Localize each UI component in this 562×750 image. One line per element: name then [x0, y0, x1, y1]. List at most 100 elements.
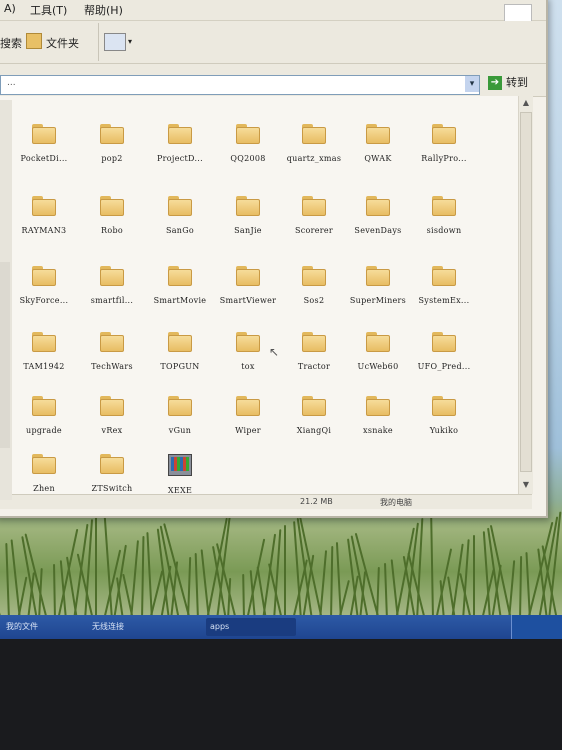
folder-item[interactable]: upgrade [8, 396, 80, 435]
folder-item[interactable]: Sos2 [278, 266, 350, 305]
folder-label: SkyForce... [19, 296, 69, 305]
folder-label: Robo [101, 226, 123, 235]
folder-item[interactable]: SmartMovie [144, 266, 216, 305]
folder-item[interactable]: UcWeb60 [342, 332, 414, 371]
menu-bar: A) 工具(T) 帮助(H) [0, 0, 546, 28]
folder-item[interactable]: TAM1942 [8, 332, 80, 371]
taskbar-item-3[interactable]: apps [206, 618, 296, 636]
folder-item[interactable]: xsnake [342, 396, 414, 435]
toolbar: 搜索 文件夹 ▾ [0, 21, 546, 64]
folder-icon [168, 266, 192, 286]
grass-blade [384, 562, 389, 621]
folder-item[interactable]: UFO_Pred... [408, 332, 480, 371]
folder-icon [366, 196, 390, 216]
scroll-down-icon[interactable]: ▼ [520, 480, 532, 492]
folder-item[interactable]: SanJie [212, 196, 284, 235]
folder-item[interactable]: Zhen [8, 454, 80, 493]
folder-item[interactable]: ProjectD... [144, 124, 216, 163]
folder-item[interactable]: XiangQi [278, 396, 350, 435]
vertical-scrollbar[interactable]: ▲ ▼ [518, 96, 533, 494]
scroll-thumb[interactable] [520, 112, 532, 472]
grass-blade [430, 513, 435, 621]
folder-item[interactable]: SkyForce... [8, 266, 80, 305]
folder-item[interactable]: XEXE [144, 454, 216, 495]
folder-item[interactable]: TOPGUN [144, 332, 216, 371]
folder-icon [168, 124, 192, 144]
folder-icon [100, 266, 124, 286]
folder-label: Sos2 [303, 296, 325, 305]
folder-item[interactable]: Scorerer [278, 196, 350, 235]
folder-item[interactable]: PocketDi... [8, 124, 80, 163]
folder-item[interactable]: quartz_xmas [278, 124, 350, 163]
grass-blade [5, 543, 11, 621]
go-button[interactable]: ➔ 转到 [488, 74, 528, 90]
folder-item[interactable]: QWAK [342, 124, 414, 163]
folder-item[interactable]: SevenDays [342, 196, 414, 235]
folder-item[interactable]: Robo [76, 196, 148, 235]
folder-item[interactable]: QQ2008 [212, 124, 284, 163]
folder-icon [168, 196, 192, 216]
folder-item[interactable]: sisdown [408, 196, 480, 235]
folder-icon [366, 332, 390, 352]
grass-blade [10, 539, 21, 621]
address-input[interactable]: ... ▾ [0, 75, 480, 95]
menu-item-a[interactable]: A) [4, 2, 16, 15]
menu-tools[interactable]: 工具(T) [30, 2, 67, 18]
menu-help[interactable]: 帮助(H) [84, 2, 123, 18]
folder-icon [432, 266, 456, 286]
folders-icon [26, 33, 42, 49]
grass-wallpaper [0, 500, 562, 621]
folder-icon [366, 266, 390, 286]
folder-label: Zhen [33, 484, 55, 493]
folders-button[interactable]: 文件夹 [46, 35, 79, 51]
taskbar-item-1[interactable]: 我的文件 [2, 618, 84, 636]
folder-label: tox [241, 362, 255, 371]
taskbar-item-2[interactable]: 无线连接 [88, 618, 200, 636]
folder-label: Wiper [235, 426, 261, 435]
folder-icon [100, 196, 124, 216]
folder-icon [32, 124, 56, 144]
folder-label: QQ2008 [230, 154, 266, 163]
folder-icon [302, 124, 326, 144]
folder-icon [302, 266, 326, 286]
folder-icon [32, 396, 56, 416]
folder-item[interactable]: Yukiko [408, 396, 480, 435]
folder-label: TAM1942 [23, 362, 65, 371]
grass-blade [525, 552, 532, 621]
taskbar: 我的文件 无线连接 apps [0, 615, 562, 639]
folder-item[interactable]: ZTSwitch [76, 454, 148, 493]
folder-item[interactable]: SmartViewer [212, 266, 284, 305]
folder-icon [302, 196, 326, 216]
grass-blade [94, 515, 97, 620]
folder-label: XiangQi [296, 426, 332, 435]
folder-item[interactable]: vGun [144, 396, 216, 435]
search-button[interactable]: 搜索 [0, 35, 22, 51]
folder-icon [236, 396, 260, 416]
folder-label: TechWars [91, 362, 133, 371]
grass-blade [329, 545, 333, 621]
folder-item[interactable]: RallyPro... [408, 124, 480, 163]
folder-label: ProjectD... [157, 154, 203, 163]
folder-label: ZTSwitch [91, 484, 133, 493]
grass-blade [53, 563, 57, 621]
folder-item[interactable]: Wiper [212, 396, 284, 435]
folder-item[interactable]: TechWars [76, 332, 148, 371]
folder-label: SanJie [234, 226, 262, 235]
folder-item[interactable]: SystemEx... [408, 266, 480, 305]
grass-blade [283, 525, 286, 620]
views-icon[interactable] [104, 33, 126, 51]
folder-item[interactable]: SanGo [144, 196, 216, 235]
folder-item[interactable]: Tractor [278, 332, 350, 371]
grass-blade [518, 555, 522, 621]
folder-icon [100, 124, 124, 144]
folder-item[interactable]: RAYMAN3 [8, 196, 80, 235]
views-dropdown-icon[interactable]: ▾ [128, 37, 132, 46]
folder-item[interactable]: pop2 [76, 124, 148, 163]
folder-icon [432, 124, 456, 144]
folder-item[interactable]: smartfil... [76, 266, 148, 305]
scroll-up-icon[interactable]: ▲ [520, 98, 532, 110]
folder-item[interactable]: vRex [76, 396, 148, 435]
address-dropdown-icon[interactable]: ▾ [465, 76, 479, 92]
left-pane [0, 100, 12, 500]
folder-item[interactable]: SuperMiners [342, 266, 414, 305]
